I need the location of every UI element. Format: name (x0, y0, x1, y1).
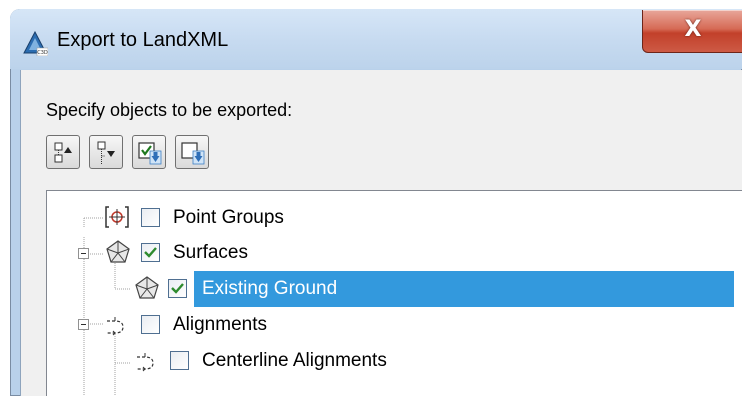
check-all-icon (138, 142, 162, 165)
surface-icon (135, 276, 159, 299)
existing-ground-checkbox[interactable] (168, 279, 187, 298)
app-icon: C3D (23, 30, 48, 56)
object-tree[interactable]: Point Groups Surfaces Existing Ground Al… (46, 190, 742, 396)
export-dialog: C3D Export to LandXML X Specify objects … (10, 9, 742, 396)
close-icon: X (684, 17, 702, 42)
check-all-button[interactable] (132, 135, 166, 169)
close-button[interactable]: X (642, 10, 742, 53)
tree-item-surfaces[interactable]: Surfaces (47, 236, 742, 270)
alignment-icon (137, 353, 154, 372)
tree-item-label: Alignments (173, 314, 267, 335)
point-groups-checkbox[interactable] (141, 208, 160, 227)
collapse-tree-icon (54, 142, 72, 163)
dialog-body: Specify objects to be exported: Point Gr… (20, 70, 742, 396)
tree-item-point-groups[interactable]: Point Groups (47, 201, 742, 235)
tree-item-label: Point Groups (173, 207, 284, 228)
alignment-icon (107, 317, 124, 336)
centerline-alignments-checkbox[interactable] (170, 351, 189, 370)
tree-item-label: Existing Ground (202, 278, 338, 299)
screen: C3D Export to LandXML X Specify objects … (0, 0, 742, 396)
check-mark-icon (171, 283, 184, 294)
tree-item-alignments[interactable]: Alignments (47, 308, 742, 342)
tree-item-existing-ground[interactable]: Existing Ground (47, 271, 742, 307)
uncheck-all-icon (181, 142, 205, 165)
collapse-all-button[interactable] (46, 135, 80, 169)
collapse-surfaces-toggle[interactable] (78, 248, 89, 259)
expand-tree-icon (97, 141, 115, 164)
expand-all-button[interactable] (89, 135, 123, 169)
uncheck-all-button[interactable] (175, 135, 209, 169)
window-title: Export to LandXML (57, 29, 229, 51)
surfaces-checkbox[interactable] (141, 243, 160, 262)
svg-text:C3D: C3D (37, 50, 48, 56)
tree-item-centerline-alignments[interactable]: Centerline Alignments (47, 343, 742, 377)
tree-item-label: Surfaces (173, 242, 248, 263)
tree-item-label: Centerline Alignments (202, 350, 387, 371)
check-mark-icon (144, 247, 157, 258)
collapse-alignments-toggle[interactable] (78, 319, 89, 330)
point-groups-icon (105, 206, 129, 228)
title-bar[interactable]: C3D Export to LandXML X (10, 9, 742, 69)
instruction-label: Specify objects to be exported: (46, 100, 293, 120)
surface-icon (106, 240, 130, 263)
alignments-checkbox[interactable] (141, 315, 160, 334)
